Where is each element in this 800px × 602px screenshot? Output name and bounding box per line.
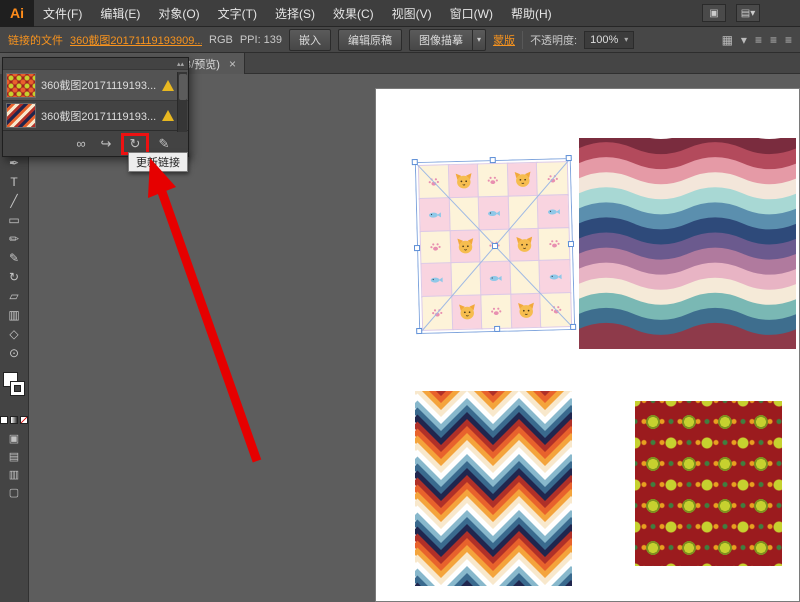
selection-center-handle[interactable] <box>492 243 498 249</box>
arrange-documents-icon[interactable]: ▣ <box>702 4 726 22</box>
none-button[interactable] <box>20 416 28 424</box>
embed-button[interactable]: 嵌入 <box>289 29 331 51</box>
screen-mode-icon[interactable]: ▢ <box>9 486 19 499</box>
toolbar-lower-icons: ▣ ▤ ▥ ▢ <box>9 432 19 499</box>
selection-handle[interactable] <box>416 328 422 334</box>
ornate-pattern-object[interactable] <box>635 401 782 566</box>
paintbrush-tool[interactable]: ✏ <box>2 229 27 248</box>
zoom-tool[interactable]: ⊙ <box>2 343 27 362</box>
linked-file-label: 链接的文件 <box>8 32 63 48</box>
mask-button[interactable]: 蒙版 <box>493 32 515 48</box>
opacity-label: 不透明度: <box>530 32 577 48</box>
gradient-button[interactable] <box>10 416 18 424</box>
scrollbar-thumb[interactable] <box>179 74 187 100</box>
selection-handle[interactable] <box>494 326 500 332</box>
opacity-value: 100% <box>590 34 618 46</box>
control-bar: 链接的文件 360截图20171119193909... RGB PPI: 13… <box>0 27 800 53</box>
stroke-color-swatch[interactable] <box>10 381 25 396</box>
ppi-label: PPI: 139 <box>240 34 282 46</box>
link-thumbnail-chevron <box>6 103 36 128</box>
menu-window[interactable]: 窗口(W) <box>441 0 502 27</box>
selection-handle[interactable] <box>568 241 574 247</box>
missing-link-warning-icon <box>162 80 174 91</box>
go-to-link-icon[interactable]: ↪ <box>98 136 114 152</box>
update-link-tooltip: 更新链接 <box>128 152 188 172</box>
menu-type[interactable]: 文字(T) <box>209 0 266 27</box>
align-icon-3[interactable]: ≡ <box>785 33 792 47</box>
links-panel-scrollbar[interactable] <box>177 72 187 132</box>
selection-handle[interactable] <box>570 324 576 330</box>
align-icon-1[interactable]: ≡ <box>755 33 762 47</box>
menu-edit[interactable]: 编辑(E) <box>91 0 149 27</box>
rotate-tool[interactable]: ↻ <box>2 267 27 286</box>
menu-help[interactable]: 帮助(H) <box>502 0 561 27</box>
separator <box>522 31 523 49</box>
menu-effect[interactable]: 效果(C) <box>324 0 383 27</box>
workspace-switcher-icon[interactable]: ▤ ▾ <box>736 4 760 22</box>
opacity-dropdown[interactable]: 100% ▾ <box>584 31 634 49</box>
menu-select[interactable]: 选择(S) <box>266 0 324 27</box>
missing-link-warning-icon <box>162 110 174 121</box>
relink-icon[interactable]: ∞ <box>73 136 89 151</box>
color-button[interactable] <box>0 416 8 424</box>
wave-pattern-object[interactable] <box>579 138 796 349</box>
workspace-icon: ▤ <box>741 8 750 19</box>
image-trace-dropdown-icon[interactable]: ▾ <box>473 29 486 51</box>
color-mode-label: RGB <box>209 34 233 46</box>
menu-file[interactable]: 文件(F) <box>34 0 91 27</box>
link-row-2[interactable]: 360截图20171119193... <box>3 100 188 130</box>
draw-normal-icon[interactable]: ▣ <box>9 432 19 445</box>
illustrator-logo: Ai <box>0 0 34 27</box>
type-tool[interactable]: T <box>2 172 27 191</box>
image-trace-split-button: 图像描摹 ▾ <box>409 29 486 51</box>
selection-handle[interactable] <box>412 159 418 165</box>
draw-inside-icon[interactable]: ▥ <box>9 468 19 481</box>
draw-behind-icon[interactable]: ▤ <box>9 450 19 463</box>
collapse-panel-icon[interactable]: ▴▴ <box>177 60 184 68</box>
chevron-down-icon[interactable]: ▾ <box>741 33 747 47</box>
pencil-tool[interactable]: ✎ <box>2 248 27 267</box>
selection-handle[interactable] <box>566 155 572 161</box>
cat-pattern-object[interactable] <box>415 158 575 334</box>
links-panel: ▴▴ 360截图20171119193... 360截图20171119193.… <box>2 57 189 157</box>
selection-handle[interactable] <box>414 245 420 251</box>
links-panel-header: ▴▴ <box>3 58 188 70</box>
link-thumbnail-ornate <box>6 73 36 98</box>
color-type-buttons <box>0 416 28 424</box>
chevron-pattern-object[interactable] <box>415 391 572 586</box>
edit-original-icon[interactable]: ✎ <box>156 136 172 152</box>
close-icon[interactable]: × <box>229 57 236 71</box>
menu-object[interactable]: 对象(O) <box>149 0 208 27</box>
style-grid-icon[interactable]: ▦ <box>722 33 733 47</box>
menu-bar: Ai 文件(F) 编辑(E) 对象(O) 文字(T) 选择(S) 效果(C) 视… <box>0 0 800 27</box>
selection-handle[interactable] <box>490 157 496 163</box>
edit-original-button[interactable]: 编辑原稿 <box>338 29 402 51</box>
fill-stroke-swatches <box>0 370 28 412</box>
line-tool[interactable]: ╱ <box>2 191 27 210</box>
gradient-tool[interactable]: ▥ <box>2 305 27 324</box>
illustrator-window: { "menu_bar": { "logo": "Ai", "items": [… <box>0 0 800 602</box>
rectangle-tool[interactable]: ▭ <box>2 210 27 229</box>
update-link-icon[interactable]: ↻ <box>127 136 143 152</box>
image-trace-button[interactable]: 图像描摹 <box>409 29 473 51</box>
artboard[interactable] <box>375 88 800 602</box>
eyedropper-tool[interactable]: ◇ <box>2 324 27 343</box>
chevron-down-icon: ▾ <box>750 8 755 19</box>
linked-filename-link[interactable]: 360截图20171119193909... <box>70 32 202 48</box>
link-name: 360截图20171119193... <box>41 77 157 93</box>
chevron-down-icon: ▾ <box>624 35 628 44</box>
align-icon-2[interactable]: ≡ <box>770 33 777 47</box>
menu-view[interactable]: 视图(V) <box>383 0 441 27</box>
link-row-1[interactable]: 360截图20171119193... <box>3 70 188 100</box>
scale-tool[interactable]: ▱ <box>2 286 27 305</box>
link-name: 360截图20171119193... <box>41 108 157 124</box>
